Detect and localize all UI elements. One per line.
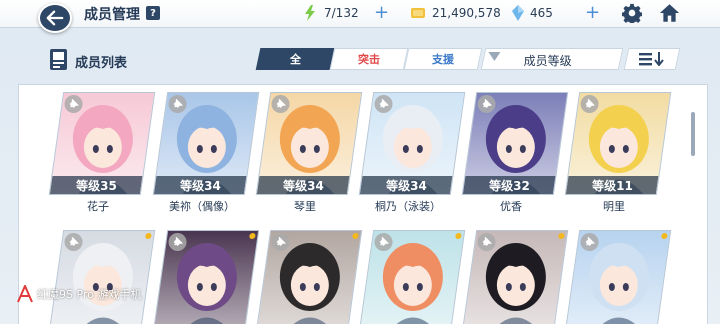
member-card[interactable] [358,230,466,324]
sort-dropdown[interactable]: 成员等级 [480,48,624,70]
add-gems-button[interactable]: + [585,3,600,23]
role-tabs: 全 突击 支援 [255,48,483,70]
back-button[interactable] [38,3,72,33]
home-icon[interactable] [659,3,680,23]
credit-icon [411,8,425,18]
credits-display: 21,490,578 [410,5,501,21]
member-card[interactable] [461,230,569,324]
credits-value: 21,490,578 [432,6,501,20]
pin-icon[interactable] [271,95,290,113]
member-level: 等级35 [49,176,143,194]
pin-icon[interactable] [374,233,393,251]
pin-icon[interactable] [168,233,187,251]
filter-icon [488,52,501,61]
pin-icon[interactable] [580,233,599,251]
member-card[interactable] [48,230,156,324]
add-stamina-button[interactable]: + [374,3,389,23]
member-level: 等级34 [359,176,453,194]
pin-icon[interactable] [477,95,496,113]
member-name: 花子 [87,200,109,213]
member-level: 等级11 [565,176,659,194]
member-card[interactable]: 等级34 [152,92,260,195]
member-card[interactable]: 等级34 [255,92,363,195]
pin-icon[interactable] [168,95,187,113]
pin-icon[interactable] [64,95,83,113]
member-name: 桐乃（泳装） [375,200,441,213]
gear-icon[interactable] [622,3,642,23]
gems-value: 465 [530,6,553,20]
member-card[interactable] [255,230,363,324]
member-name: 明里 [603,200,625,213]
logo-icon [17,285,33,303]
member-card[interactable]: 等级11 [564,92,672,195]
member-level: 等级34 [153,176,247,194]
sort-label: 成员等级 [523,54,572,68]
pin-icon[interactable] [64,233,83,251]
gems-display: 465 [512,5,553,21]
pin-icon[interactable] [374,95,393,113]
member-card[interactable]: 等级34 [358,92,466,195]
sort-descending-icon [639,52,664,66]
member-level: 等级34 [256,176,350,194]
list-title: 成员列表 [75,56,128,71]
lightning-icon [305,5,315,21]
tab-all[interactable]: 全 [255,48,335,70]
member-list-icon [50,49,67,70]
member-level: 等级32 [462,176,556,194]
pin-icon[interactable] [477,233,496,251]
tab-support[interactable]: 支援 [403,48,483,70]
member-card[interactable] [152,230,260,324]
tab-assault[interactable]: 突击 [329,48,409,70]
member-card[interactable]: 等级35 [48,92,156,195]
scrollbar[interactable] [691,112,695,156]
help-button[interactable]: ? [146,6,160,20]
stamina-display: 7/132 [304,5,359,21]
member-card[interactable] [564,230,672,324]
sort-order-button[interactable] [623,48,681,70]
pyroxene-icon [512,5,524,21]
pin-icon[interactable] [271,233,290,251]
stamina-value: 7/132 [324,6,359,20]
member-name: 优香 [500,200,522,213]
device-watermark: 红魔9S Pro 游戏手机 [17,282,141,306]
top-bar: 成员管理 ? 7/132 + 21,490,578 465 + [0,0,720,28]
pin-icon[interactable] [580,95,599,113]
member-card[interactable]: 等级32 [461,92,569,195]
page-title: 成员管理 [84,7,140,23]
member-name: 美祢（偶像） [169,200,235,213]
arrow-left-icon [46,10,64,26]
member-name: 琴里 [294,200,316,213]
